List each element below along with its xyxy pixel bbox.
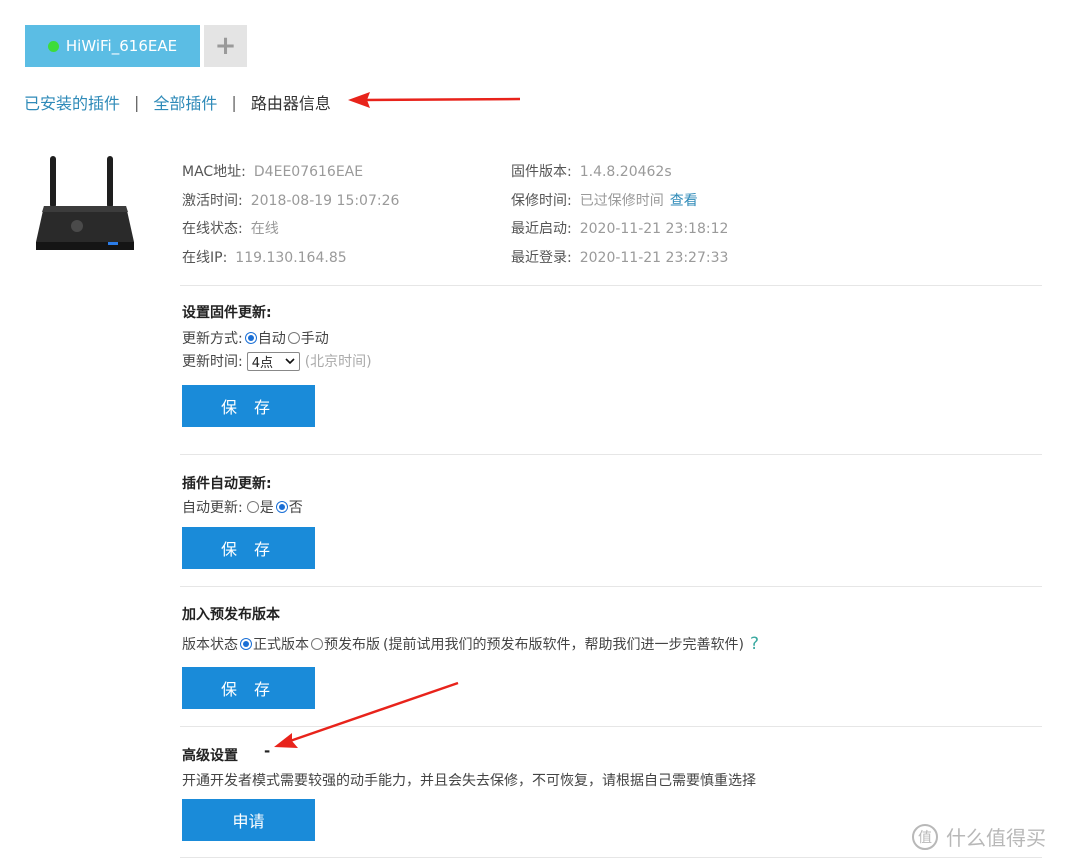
- activate-time-label: 激活时间:: [182, 192, 243, 209]
- prerelease-title: 加入预发布版本: [182, 607, 280, 623]
- plugin-nav: 已安装的插件 | 全部插件 | 路由器信息: [24, 90, 331, 114]
- activate-time-value: 2018-08-19 15:07:26: [250, 192, 400, 209]
- update-mode-row: 更新方式: 自动 手动: [182, 328, 329, 348]
- nav-router-info[interactable]: 路由器信息: [251, 90, 331, 114]
- last-login-value: 2020-11-21 23:27:33: [579, 250, 729, 267]
- watermark-text: 什么值得买: [946, 826, 1046, 850]
- firmware-update-title: 设置固件更新:: [182, 305, 272, 321]
- update-time-row: 更新时间: 4点 (北京时间): [182, 351, 372, 371]
- plus-icon: +: [214, 31, 237, 61]
- apply-developer-mode-button[interactable]: 申请: [182, 799, 315, 841]
- plugin-update-title: 插件自动更新:: [182, 476, 272, 492]
- update-mode-auto-label: 自动: [257, 331, 286, 347]
- version-official-radio[interactable]: [240, 638, 252, 650]
- update-mode-auto-radio[interactable]: [244, 332, 257, 344]
- online-status-value: 在线: [250, 221, 279, 238]
- chevron-down-icon: [285, 358, 295, 364]
- warranty-value: 已过保修时间: [579, 192, 664, 209]
- advanced-settings-title: 高级设置: [182, 748, 238, 764]
- router-image: [36, 156, 134, 250]
- mac-label: MAC地址:: [182, 164, 246, 180]
- plugin-update-yes-radio[interactable]: [246, 501, 259, 513]
- nav-separator: |: [231, 92, 237, 112]
- version-status-label: 版本状态: [182, 637, 238, 653]
- watermark: 值 什么值得买: [912, 822, 1046, 851]
- update-mode-manual-radio[interactable]: [287, 332, 300, 344]
- divider: [180, 726, 1042, 727]
- plugin-update-no-label: 否: [288, 500, 303, 516]
- online-ip-label: 在线IP:: [182, 250, 228, 267]
- nav-separator: |: [134, 92, 140, 112]
- device-tab[interactable]: HiWiFi_616EAE: [25, 25, 200, 67]
- version-official-label: 正式版本: [253, 637, 309, 653]
- plugin-update-no-radio[interactable]: [275, 501, 288, 513]
- prerelease-save-button[interactable]: 保 存: [182, 667, 315, 709]
- plugin-update-yes-label: 是: [259, 500, 274, 516]
- update-mode-label: 更新方式:: [182, 331, 243, 347]
- update-time-value: 4点: [251, 355, 273, 371]
- version-status-row: 版本状态 正式版本 预发布版 (提前试用我们的预发布版软件，帮助我们进一步完善软…: [182, 634, 759, 654]
- firmware-value: 1.4.8.20462s: [579, 164, 672, 180]
- nav-installed-plugins[interactable]: 已安装的插件: [24, 90, 120, 114]
- advanced-description: 开通开发者模式需要较强的动手能力，并且会失去保修，不可恢复，请根据自己需要慎重选…: [182, 773, 756, 789]
- plugin-save-button[interactable]: 保 存: [182, 527, 315, 569]
- annotation-arrows: [274, 92, 521, 748]
- warranty-label: 保修时间:: [511, 192, 572, 209]
- plugin-update-label: 自动更新:: [182, 500, 243, 516]
- watermark-logo-icon: 值: [912, 823, 938, 850]
- divider: [180, 285, 1042, 286]
- router-info-left: MAC地址: D4EE07616EAE 激活时间: 2018-08-19 15:07…: [182, 158, 399, 273]
- nav-all-plugins[interactable]: 全部插件: [153, 90, 217, 114]
- prerelease-description: (提前试用我们的预发布版软件，帮助我们进一步完善软件): [383, 637, 744, 653]
- update-time-select[interactable]: 4点: [246, 351, 300, 371]
- last-login-label: 最近登录:: [511, 250, 572, 267]
- version-prerelease-label: 预发布版: [324, 637, 380, 653]
- update-time-hint: (北京时间): [304, 354, 372, 370]
- online-ip-value: 119.130.164.85: [235, 250, 347, 267]
- add-device-button[interactable]: +: [204, 25, 247, 67]
- update-time-label: 更新时间:: [182, 354, 243, 370]
- firmware-save-button[interactable]: 保 存: [182, 385, 315, 427]
- last-boot-label: 最近启动:: [511, 221, 572, 238]
- online-status-label: 在线状态:: [182, 221, 243, 238]
- advanced-collapse-toggle[interactable]: -: [264, 742, 270, 760]
- divider: [180, 454, 1042, 455]
- last-boot-value: 2020-11-21 23:18:12: [579, 221, 729, 238]
- firmware-label: 固件版本:: [511, 164, 572, 180]
- device-tab-label: HiWiFi_616EAE: [65, 37, 178, 55]
- router-info-right: 固件版本: 1.4.8.20462s 保修时间: 已过保修时间 查看 最近启动: 202…: [511, 158, 728, 273]
- annotation-arrow: [348, 92, 521, 108]
- plugin-update-row: 自动更新: 是 否: [182, 497, 303, 517]
- update-mode-manual-label: 手动: [300, 331, 329, 347]
- help-icon[interactable]: ?: [750, 634, 759, 654]
- version-prerelease-radio[interactable]: [311, 638, 323, 650]
- divider: [180, 586, 1042, 587]
- online-status-dot: [47, 40, 59, 52]
- divider: [180, 857, 1042, 858]
- mac-value: D4EE07616EAE: [253, 164, 364, 180]
- warranty-view-link[interactable]: 查看: [670, 193, 698, 209]
